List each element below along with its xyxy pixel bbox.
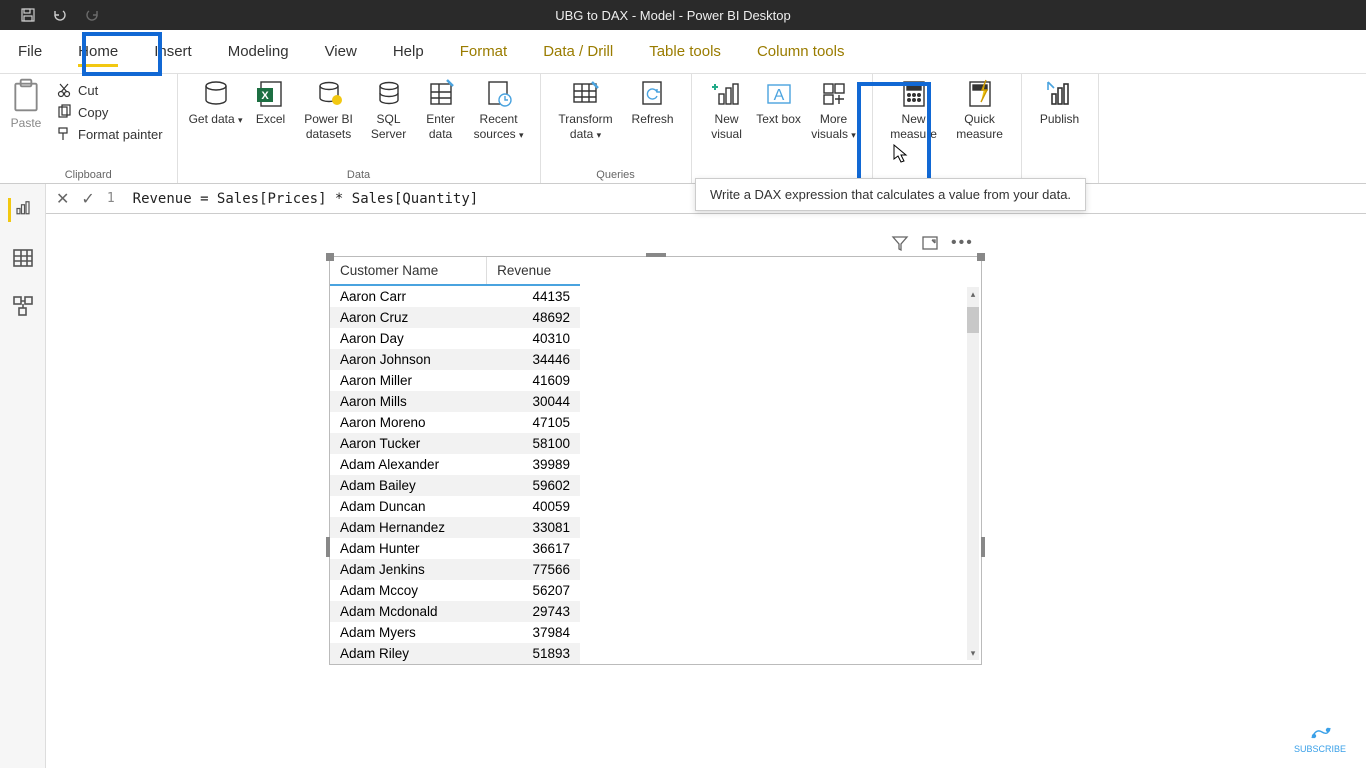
excel-button[interactable]: XExcel — [248, 78, 294, 127]
menu-columntools[interactable]: Column tools — [739, 30, 863, 73]
visual-toolbar: ••• — [891, 234, 974, 252]
menu-modeling[interactable]: Modeling — [210, 30, 307, 73]
model-view-icon[interactable] — [11, 294, 35, 318]
menu-format[interactable]: Format — [442, 30, 526, 73]
menu-insert[interactable]: Insert — [136, 30, 210, 73]
filter-icon[interactable] — [891, 234, 909, 252]
report-view-icon[interactable] — [8, 198, 32, 222]
table-row[interactable]: Adam Myers37984 — [330, 622, 580, 643]
subscribe-badge[interactable]: SUBSCRIBE — [1294, 724, 1346, 754]
table-row[interactable]: Aaron Carr44135 — [330, 285, 580, 307]
col-customer[interactable]: Customer Name — [330, 257, 487, 285]
view-switcher — [0, 184, 46, 768]
enter-data-button[interactable]: Enter data — [418, 78, 464, 142]
more-options-icon[interactable]: ••• — [951, 234, 974, 252]
publish-button[interactable]: Publish — [1032, 78, 1088, 127]
save-icon[interactable] — [20, 7, 36, 23]
data-table: Customer Name Revenue Aaron Carr44135Aar… — [330, 257, 580, 664]
data-view-icon[interactable] — [11, 246, 35, 270]
menu-help[interactable]: Help — [375, 30, 442, 73]
table-row[interactable]: Adam Mcdonald29743 — [330, 601, 580, 622]
menu-datadrill[interactable]: Data / Drill — [525, 30, 631, 73]
svg-text:X: X — [261, 90, 269, 102]
paste-button[interactable]: Paste — [10, 78, 42, 130]
table-row[interactable]: Adam Riley51893 — [330, 643, 580, 664]
cut-button[interactable]: Cut — [52, 80, 167, 100]
canvas: ✕ ✓ 1 Revenue = Sales[Prices] * Sales[Qu… — [46, 184, 1366, 768]
menu-home[interactable]: Home — [60, 30, 136, 73]
formula-text[interactable]: Revenue = Sales[Prices] * Sales[Quantity… — [133, 191, 479, 207]
text-box-button[interactable]: AText box — [756, 78, 802, 127]
format-painter-button[interactable]: Format painter — [52, 124, 167, 144]
table-row[interactable]: Aaron Moreno47105 — [330, 412, 580, 433]
pbi-datasets-button[interactable]: Power BI datasets — [298, 78, 360, 142]
ribbon: Paste Cut Copy Format painter Clipboard … — [0, 74, 1366, 184]
table-row[interactable]: Adam Bailey59602 — [330, 475, 580, 496]
table-row[interactable]: Aaron Tucker58100 — [330, 433, 580, 454]
table-row[interactable]: Aaron Miller41609 — [330, 370, 580, 391]
transform-data-button[interactable]: Transform data ▾ — [551, 78, 621, 142]
refresh-button[interactable]: Refresh — [625, 78, 681, 127]
scrollbar[interactable]: ▴ ▾ — [967, 287, 979, 660]
menubar: File Home Insert Modeling View Help Form… — [0, 30, 1366, 74]
svg-text:A: A — [773, 87, 784, 104]
table-row[interactable]: Adam Hernandez33081 — [330, 517, 580, 538]
quick-measure-button[interactable]: Quick measure — [949, 78, 1011, 142]
app-title: UBG to DAX - Model - Power BI Desktop — [100, 8, 1246, 23]
new-measure-button[interactable]: New measure — [883, 78, 945, 142]
titlebar: UBG to DAX - Model - Power BI Desktop — [0, 0, 1366, 30]
table-row[interactable]: Aaron Johnson34446 — [330, 349, 580, 370]
table-row[interactable]: Adam Alexander39989 — [330, 454, 580, 475]
table-row[interactable]: Aaron Mills30044 — [330, 391, 580, 412]
new-visual-button[interactable]: New visual — [702, 78, 752, 142]
recent-sources-button[interactable]: Recent sources ▾ — [468, 78, 530, 142]
undo-icon[interactable] — [52, 7, 68, 23]
table-row[interactable]: Adam Mccoy56207 — [330, 580, 580, 601]
more-visuals-button[interactable]: More visuals ▾ — [806, 78, 862, 142]
table-row[interactable]: Aaron Day40310 — [330, 328, 580, 349]
scroll-thumb[interactable] — [967, 307, 979, 333]
menu-tabletools[interactable]: Table tools — [631, 30, 739, 73]
menu-view[interactable]: View — [307, 30, 375, 73]
sql-server-button[interactable]: SQL Server — [364, 78, 414, 142]
cancel-formula-icon[interactable]: ✕ — [56, 189, 69, 209]
new-measure-tooltip: Write a DAX expression that calculates a… — [695, 178, 1086, 211]
redo-icon[interactable] — [84, 7, 100, 23]
table-visual[interactable]: Customer Name Revenue Aaron Carr44135Aar… — [329, 256, 982, 665]
col-revenue[interactable]: Revenue — [487, 257, 580, 285]
get-data-button[interactable]: Get data ▾ — [188, 78, 244, 127]
copy-button[interactable]: Copy — [52, 102, 167, 122]
table-row[interactable]: Aaron Cruz48692 — [330, 307, 580, 328]
table-row[interactable]: Adam Duncan40059 — [330, 496, 580, 517]
focus-icon[interactable] — [921, 234, 939, 252]
table-row[interactable]: Adam Jenkins77566 — [330, 559, 580, 580]
commit-formula-icon[interactable]: ✓ — [81, 189, 94, 209]
menu-file[interactable]: File — [0, 30, 60, 73]
table-row[interactable]: Adam Hunter36617 — [330, 538, 580, 559]
